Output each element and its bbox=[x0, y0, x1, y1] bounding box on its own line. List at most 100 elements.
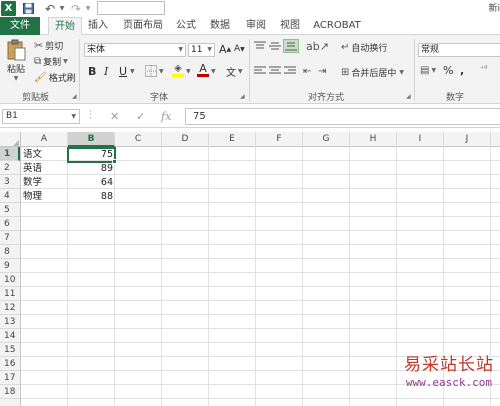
font-name-select[interactable]: 宋体 ▼ bbox=[84, 43, 186, 57]
column-header-h[interactable]: H bbox=[350, 132, 397, 147]
formula-input[interactable]: 75 bbox=[185, 108, 500, 125]
row-header-18[interactable]: 18 bbox=[0, 385, 20, 399]
select-all-button[interactable] bbox=[0, 132, 21, 147]
row-header-15[interactable]: 15 bbox=[0, 343, 20, 357]
borders-button[interactable]: ▼ bbox=[145, 65, 164, 77]
cell-a1[interactable]: 语文 bbox=[21, 148, 68, 162]
column-header-j[interactable]: J bbox=[444, 132, 491, 147]
insert-function-button[interactable]: fx bbox=[161, 110, 171, 123]
phonetic-button[interactable]: 文 ▼ bbox=[226, 64, 243, 79]
tab-acrobat[interactable]: ACROBAT bbox=[312, 17, 362, 35]
number-format-select[interactable]: 常规 bbox=[418, 43, 500, 57]
paste-button[interactable]: 粘贴 ▼ bbox=[6, 39, 26, 82]
align-center-button[interactable] bbox=[269, 66, 281, 76]
undo-button[interactable]: ↶ bbox=[43, 1, 57, 16]
underline-button[interactable]: U bbox=[119, 65, 127, 78]
tab-data[interactable]: 数据 bbox=[206, 17, 234, 35]
redo-button[interactable]: ↷ bbox=[69, 1, 83, 16]
cell-b4[interactable]: 88 bbox=[68, 190, 115, 204]
row-header-17[interactable]: 17 bbox=[0, 371, 20, 385]
tab-page-layout[interactable]: 页面布局 bbox=[118, 17, 168, 35]
column-header-a[interactable]: A bbox=[21, 132, 68, 147]
increase-indent-button[interactable]: ⇥ bbox=[318, 66, 326, 77]
comma-button[interactable]: , bbox=[460, 64, 464, 77]
font-color-button[interactable]: A bbox=[197, 63, 209, 77]
copy-button[interactable]: ⧉ 复制 ▼ bbox=[34, 55, 68, 68]
quick-access-box[interactable] bbox=[97, 1, 165, 15]
column-header-i[interactable]: I bbox=[397, 132, 444, 147]
orientation-button[interactable]: ab↗ bbox=[306, 40, 329, 53]
align-left-button[interactable] bbox=[254, 66, 266, 76]
merge-center-button[interactable]: ⊞ 合并后居中 ▼ bbox=[341, 66, 404, 79]
cell-a4[interactable]: 物理 bbox=[21, 190, 68, 204]
column-header-d[interactable]: D bbox=[162, 132, 209, 147]
row-header-10[interactable]: 10 bbox=[0, 273, 20, 287]
align-bottom-icon bbox=[285, 42, 297, 51]
alignment-launcher-icon[interactable]: ◢ bbox=[406, 93, 411, 100]
cut-label: 剪切 bbox=[45, 42, 64, 52]
cancel-icon[interactable]: ✕ bbox=[110, 110, 119, 123]
tab-insert[interactable]: 插入 bbox=[84, 17, 112, 35]
format-painter-button[interactable]: 🖌 格式刷 bbox=[34, 71, 76, 84]
row-header-1[interactable]: 1 bbox=[0, 147, 20, 161]
copy-label: 复制 bbox=[43, 58, 62, 68]
row-header-3[interactable]: 3 bbox=[0, 175, 20, 189]
font-color-dropdown-icon[interactable]: ▼ bbox=[211, 68, 216, 75]
tab-formulas[interactable]: 公式 bbox=[172, 17, 200, 35]
clipboard-launcher-icon[interactable]: ◢ bbox=[72, 93, 77, 100]
row-header-11[interactable]: 11 bbox=[0, 287, 20, 301]
bold-button[interactable]: B bbox=[88, 65, 96, 78]
font-group-label: 字体 bbox=[150, 93, 169, 103]
fill-color-button[interactable]: ◈ bbox=[172, 64, 184, 77]
align-middle-button[interactable] bbox=[269, 41, 281, 51]
row-header-4[interactable]: 4 bbox=[0, 189, 20, 203]
font-launcher-icon[interactable]: ◢ bbox=[240, 93, 245, 100]
save-button[interactable] bbox=[21, 1, 35, 16]
row-header-9[interactable]: 9 bbox=[0, 259, 20, 273]
fill-color-dropdown-icon[interactable]: ▼ bbox=[186, 68, 191, 75]
align-right-button[interactable] bbox=[284, 66, 296, 76]
tab-home[interactable]: 开始 bbox=[48, 17, 82, 36]
cell-a3[interactable]: 数学 bbox=[21, 176, 68, 190]
tab-file[interactable]: 文件 bbox=[0, 17, 40, 35]
column-header-g[interactable]: G bbox=[303, 132, 350, 147]
undo-dropdown-icon[interactable]: ▼ bbox=[59, 1, 65, 16]
italic-button[interactable]: I bbox=[104, 65, 108, 78]
row-header-13[interactable]: 13 bbox=[0, 315, 20, 329]
align-top-button[interactable] bbox=[254, 41, 266, 51]
tab-view[interactable]: 视图 bbox=[276, 17, 304, 35]
row-header-12[interactable]: 12 bbox=[0, 301, 20, 315]
cell-b2[interactable]: 89 bbox=[68, 162, 115, 176]
increase-decimal-button[interactable]: ⁺⁰ bbox=[480, 64, 487, 73]
tab-review[interactable]: 审阅 bbox=[242, 17, 270, 35]
align-bottom-button[interactable] bbox=[283, 39, 299, 53]
column-header-b[interactable]: B bbox=[68, 132, 115, 147]
grow-font-button[interactable]: A ▲ bbox=[219, 43, 231, 56]
column-header-e[interactable]: E bbox=[209, 132, 256, 147]
row-header-14[interactable]: 14 bbox=[0, 329, 20, 343]
undo-icon: ↶ bbox=[44, 1, 56, 16]
underline-dropdown-icon[interactable]: ▼ bbox=[130, 68, 135, 75]
percent-button[interactable]: % bbox=[443, 64, 453, 77]
redo-dropdown-icon[interactable]: ▼ bbox=[85, 1, 91, 16]
row-header-2[interactable]: 2 bbox=[0, 161, 20, 175]
fill-handle[interactable] bbox=[112, 159, 117, 164]
row-header-16[interactable]: 16 bbox=[0, 357, 20, 371]
cell-b3[interactable]: 64 bbox=[68, 176, 115, 190]
cell-a2[interactable]: 英语 bbox=[21, 162, 68, 176]
name-box[interactable]: B1 ▼ bbox=[2, 109, 80, 124]
row-header-7[interactable]: 7 bbox=[0, 231, 20, 245]
column-header-f[interactable]: F bbox=[256, 132, 303, 147]
row-header-8[interactable]: 8 bbox=[0, 245, 20, 259]
row-header-6[interactable]: 6 bbox=[0, 217, 20, 231]
font-size-select[interactable]: 11 ▼ bbox=[188, 43, 215, 57]
cut-button[interactable]: ✂ 剪切 bbox=[34, 39, 63, 52]
wrap-text-button[interactable]: ↵ 自动换行 bbox=[341, 41, 387, 54]
column-header-c[interactable]: C bbox=[115, 132, 162, 147]
enter-icon[interactable]: ✓ bbox=[136, 110, 145, 123]
shrink-font-button[interactable]: A ▼ bbox=[234, 44, 245, 54]
row-header-5[interactable]: 5 bbox=[0, 203, 20, 217]
number-format-value: 常规 bbox=[421, 45, 440, 55]
accounting-format-button[interactable]: ▤ ▼ bbox=[420, 65, 436, 76]
decrease-indent-button[interactable]: ⇤ bbox=[303, 66, 311, 77]
